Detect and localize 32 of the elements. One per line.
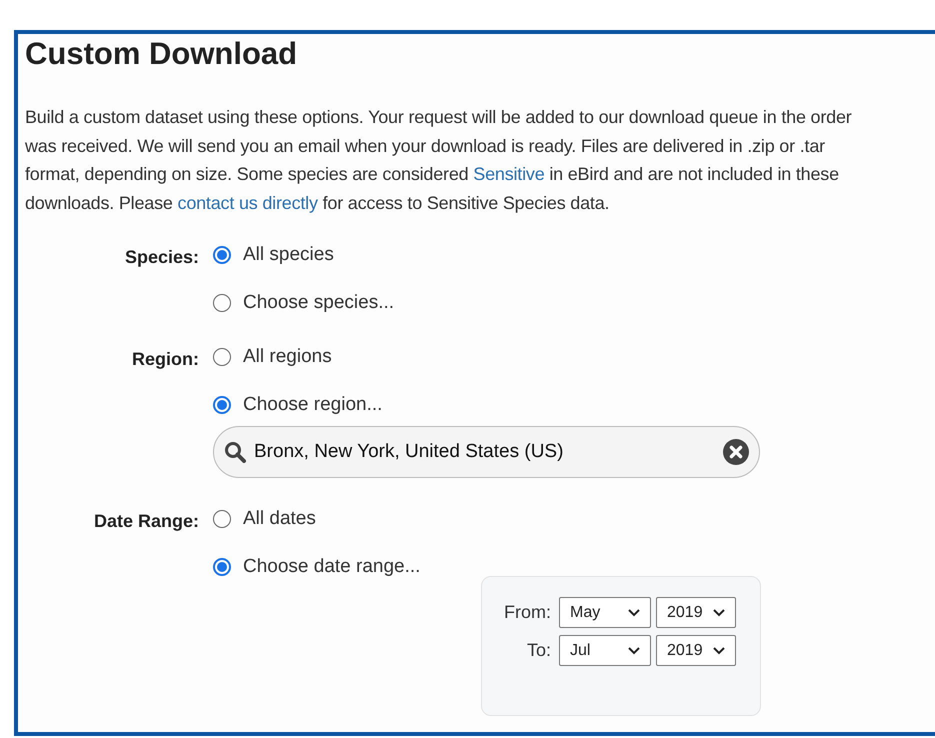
date-label: From: [504, 601, 551, 624]
field-label: Species: [124, 246, 200, 269]
option-label[interactable]: Choose species... [243, 288, 394, 318]
chevron-down-icon [628, 608, 640, 616]
radio-button[interactable] [213, 348, 231, 366]
search-icon [224, 441, 246, 463]
radio-button[interactable] [213, 558, 231, 576]
region-search-field[interactable]: Bronx, New York, United States (US) [213, 426, 760, 478]
month-select[interactable]: Jul [559, 635, 651, 666]
clear-icon[interactable] [723, 439, 749, 465]
month-select[interactable]: May [559, 597, 651, 628]
radio-button[interactable] [213, 396, 231, 414]
link[interactable]: contact us directly [178, 192, 318, 212]
option-label[interactable]: All species [243, 240, 334, 270]
radio-button[interactable] [213, 294, 231, 312]
description-text: Build a custom dataset using these options. Your request will be added to our download queue in the order was received. We will send you an email when your download is ready. Files are delivered in .zip or .tar format, depending on size. Some species are considered Sensitive in eBird and are not included in these downloads. Please contact us directly for access to Sensitive Species data. [25, 106, 853, 215]
radio-button[interactable] [213, 246, 231, 264]
chevron-down-icon [713, 646, 725, 654]
link[interactable]: Sensitive [473, 164, 545, 184]
chevron-down-icon [713, 608, 725, 616]
field-label: Region: [131, 348, 200, 371]
year-select[interactable]: 2019 [656, 597, 736, 628]
field-label: Date Range: [92, 510, 200, 533]
radio-button[interactable] [213, 510, 231, 528]
option-label[interactable]: Choose date range... [243, 552, 420, 582]
chevron-down-icon [628, 646, 640, 654]
page-title: Custom Download [25, 38, 298, 69]
year-select[interactable]: 2019 [656, 635, 736, 666]
option-label[interactable]: Choose region... [243, 390, 382, 420]
option-label[interactable]: All regions [243, 342, 332, 372]
option-label[interactable]: All dates [243, 504, 316, 534]
date-label: To: [526, 639, 551, 662]
